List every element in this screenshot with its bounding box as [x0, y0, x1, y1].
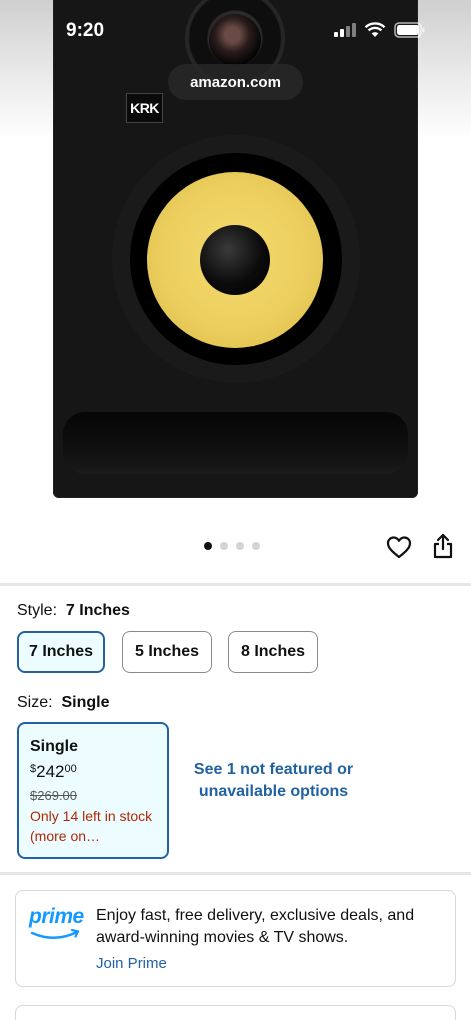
section-divider	[0, 583, 471, 586]
style-label: Style:	[17, 602, 58, 619]
url-bar[interactable]: amazon.com	[168, 64, 303, 100]
url-text: amazon.com	[190, 73, 281, 91]
brand-logo: KRK	[126, 93, 163, 123]
prime-logo: prime	[29, 905, 89, 945]
pager-dot-active[interactable]	[204, 542, 212, 550]
tweeter	[209, 14, 261, 66]
join-prime-link[interactable]: Join Prime	[96, 955, 167, 972]
pager-dot[interactable]	[252, 542, 260, 550]
prime-message: Enjoy fast, free delivery, exclusive dea…	[96, 907, 415, 946]
price: $24200	[30, 763, 167, 781]
prime-smile-icon	[30, 928, 80, 939]
stock-note: Only 14 left in stock (more on…	[30, 808, 153, 844]
wifi-icon	[364, 22, 386, 37]
style-option-label: 8 Inches	[240, 643, 306, 660]
style-label-row: Style: 7 Inches	[17, 602, 130, 620]
prime-promo-card[interactable]: prime Enjoy fast, free delivery, exclusi…	[15, 890, 456, 987]
pager-dot[interactable]	[220, 542, 228, 550]
status-time: 9:20	[66, 20, 105, 41]
style-option-label: 7 Inches	[28, 643, 94, 660]
price-fraction: 00	[64, 763, 77, 775]
style-selected-value: 7 Inches	[65, 602, 130, 619]
cellular-signal-icon	[334, 23, 356, 37]
heart-icon[interactable]	[386, 535, 412, 559]
style-option-7-inches[interactable]: 7 Inches	[17, 631, 105, 673]
woofer-dustcap	[200, 225, 270, 295]
see-unavailable-options-link[interactable]: See 1 not featured or unavailable option…	[192, 759, 355, 803]
share-icon[interactable]	[431, 533, 455, 559]
bass-port	[63, 412, 408, 474]
size-selected-value: Single	[61, 694, 110, 711]
size-option-single[interactable]: Single $24200 $269.00 Only 14 left in st…	[17, 722, 169, 859]
size-option-title: Single	[30, 738, 79, 755]
price-whole: 242	[36, 762, 65, 781]
status-icons	[334, 22, 426, 38]
section-divider	[0, 872, 471, 875]
battery-icon	[394, 22, 425, 38]
style-option-5-inches[interactable]: 5 Inches	[122, 631, 212, 673]
pager-dot[interactable]	[236, 542, 244, 550]
next-card	[15, 1005, 456, 1020]
list-price: $269.00	[30, 788, 77, 803]
size-label-row: Size: Single	[17, 694, 109, 712]
size-label: Size:	[17, 694, 53, 711]
style-option-8-inches[interactable]: 8 Inches	[228, 631, 318, 673]
image-pager[interactable]	[204, 542, 260, 550]
style-option-label: 5 Inches	[134, 643, 200, 660]
